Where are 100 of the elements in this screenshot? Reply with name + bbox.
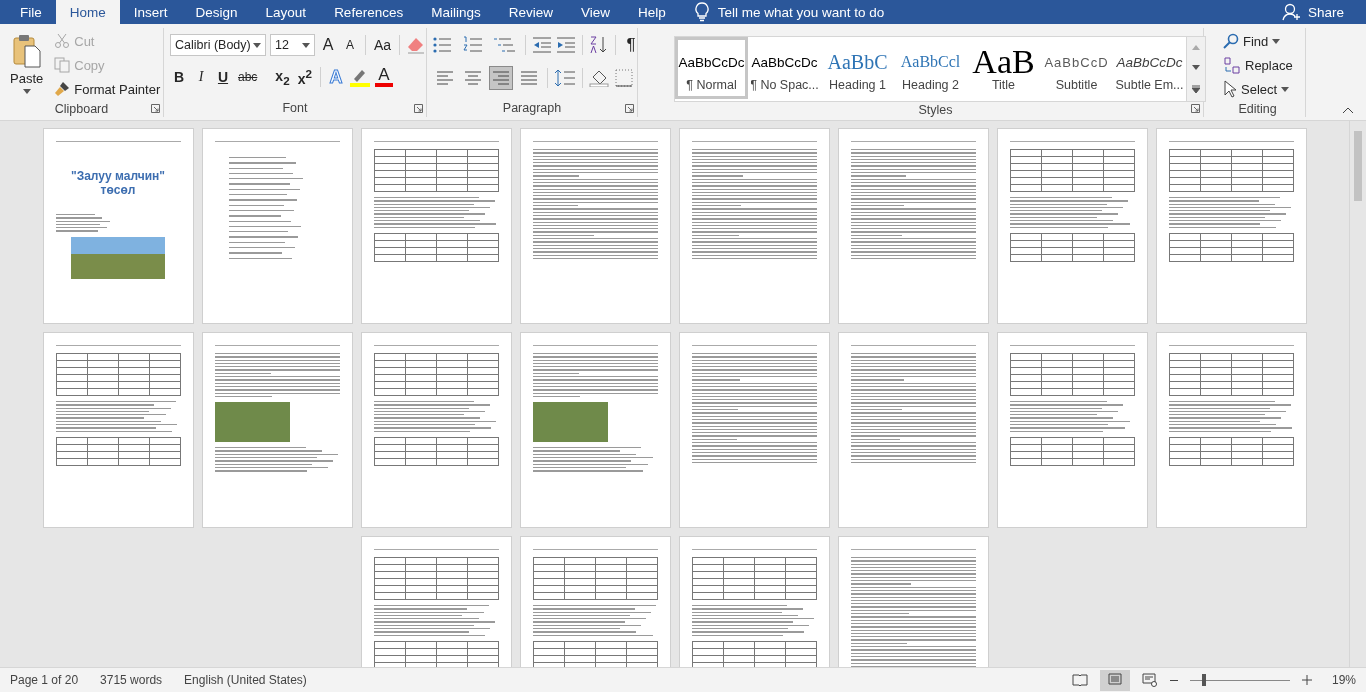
- font-name-field[interactable]: Calibri (Body): [170, 34, 266, 56]
- page-thumbnail[interactable]: [1155, 332, 1307, 528]
- page-thumbnail[interactable]: [42, 332, 194, 528]
- copy-icon: [54, 57, 71, 73]
- page-thumbnail[interactable]: [201, 332, 353, 528]
- align-left-icon: [436, 71, 454, 85]
- underline-button[interactable]: U: [214, 66, 232, 88]
- subscript-button[interactable]: x$_{2}$: [273, 66, 292, 88]
- paint-bucket-icon[interactable]: [589, 69, 611, 87]
- lightbulb-icon: [693, 2, 710, 22]
- page-count[interactable]: Page 1 of 20: [10, 673, 79, 687]
- font-color-button[interactable]: A: [374, 67, 393, 87]
- style-option[interactable]: AaBbCcDc ¶ No Spac...: [748, 37, 821, 99]
- increase-indent-icon[interactable]: [556, 37, 576, 53]
- ribbon-tab[interactable]: Layout: [251, 0, 321, 24]
- page-thumbnail[interactable]: [360, 128, 512, 324]
- collapse-ribbon-icon[interactable]: [1342, 107, 1354, 114]
- gallery-scroll-bar[interactable]: [1186, 37, 1205, 101]
- zoom-level[interactable]: 19%: [1331, 673, 1356, 687]
- web-layout-icon[interactable]: [1141, 673, 1158, 687]
- superscript-button[interactable]: x$^{2}$: [295, 66, 314, 88]
- bold-button[interactable]: B: [170, 66, 188, 88]
- strikethrough-button[interactable]: abc: [236, 66, 260, 88]
- page-thumbnail[interactable]: [519, 128, 671, 324]
- zoom-in-icon[interactable]: [1301, 675, 1312, 685]
- decrease-indent-icon[interactable]: [532, 37, 552, 53]
- page-thumbnail[interactable]: [201, 128, 353, 324]
- ribbon-tab[interactable]: Home: [55, 0, 120, 24]
- down-arrow-icon[interactable]: [1192, 65, 1200, 70]
- ribbon-tab[interactable]: Insert: [119, 0, 182, 24]
- caret-icon: [253, 42, 261, 48]
- group-label: Paragraph: [502, 101, 562, 115]
- group-label: Editing: [1238, 101, 1277, 116]
- style-option[interactable]: AaBbCcl Heading 2: [894, 37, 967, 99]
- share-button[interactable]: Share: [1281, 0, 1344, 24]
- italic-button[interactable]: I: [192, 66, 210, 88]
- group-label: Clipboard: [54, 101, 109, 116]
- sort-icon[interactable]: [589, 36, 609, 54]
- dialog-launcher-icon[interactable]: [625, 104, 634, 113]
- align-right-icon: [492, 71, 510, 85]
- more-icon[interactable]: [1192, 85, 1200, 94]
- caret-icon: [1272, 38, 1281, 44]
- align-center-icon: [464, 71, 482, 85]
- shrink-font-button[interactable]: A: [341, 34, 359, 56]
- dialog-launcher-icon[interactable]: [1191, 104, 1200, 113]
- ribbon-tab[interactable]: Review: [494, 0, 567, 24]
- page-thumbnail[interactable]: [1155, 128, 1307, 324]
- dialog-launcher-icon[interactable]: [414, 104, 423, 113]
- eraser-icon[interactable]: [406, 36, 427, 54]
- ribbon-tab[interactable]: Design: [181, 0, 252, 24]
- highlighter-icon[interactable]: [348, 67, 371, 87]
- line-spacing-icon[interactable]: [554, 69, 576, 87]
- caret-icon: [302, 42, 310, 48]
- tell-me-search[interactable]: Tell me what you want to do: [693, 0, 885, 24]
- ribbon-tab[interactable]: Help: [624, 0, 680, 24]
- add-person-icon: [1281, 3, 1302, 21]
- change-case-button[interactable]: Aa: [372, 34, 394, 56]
- page-thumbnail[interactable]: [678, 332, 830, 528]
- search-icon: [1223, 33, 1239, 49]
- page-thumbnail[interactable]: [837, 332, 989, 528]
- style-option[interactable]: AaBbC Heading 1: [821, 37, 894, 99]
- word-count[interactable]: 3715 words: [100, 673, 163, 687]
- show-formatting-marks-button[interactable]: ¶: [622, 34, 640, 56]
- ribbon-tab[interactable]: File: [6, 0, 56, 24]
- print-layout-button[interactable]: [1099, 669, 1130, 691]
- language-indicator[interactable]: English (United States): [184, 673, 307, 687]
- replace-button[interactable]: Replace: [1220, 54, 1296, 76]
- align-justify-icon: [520, 71, 538, 85]
- paste-button[interactable]: Paste: [6, 32, 48, 96]
- page-thumbnail[interactable]: [360, 332, 512, 528]
- cursor-icon: [1223, 80, 1237, 98]
- caret-icon: [22, 89, 31, 94]
- group-label: Styles: [918, 102, 953, 117]
- page-lines-icon: [1107, 672, 1122, 685]
- style-option[interactable]: AaBbCcD Subtitle: [1040, 37, 1113, 99]
- page-thumbnail[interactable]: "Залуу малчин" төсөл: [42, 128, 194, 324]
- page-thumbnail[interactable]: [996, 128, 1148, 324]
- find-button[interactable]: Find: [1220, 30, 1284, 52]
- page-thumbnail[interactable]: [678, 128, 830, 324]
- style-option[interactable]: AaB Title: [967, 37, 1040, 99]
- style-option[interactable]: AaBbCcDc Subtle Em...: [1113, 37, 1186, 99]
- page-thumbnail[interactable]: [519, 332, 671, 528]
- ribbon-tab[interactable]: Mailings: [417, 0, 495, 24]
- page-thumbnail[interactable]: [996, 332, 1148, 528]
- select-button[interactable]: Select: [1220, 78, 1293, 100]
- ribbon-tab[interactable]: View: [566, 0, 624, 24]
- scissors-icon: [54, 33, 71, 49]
- format-painter-button[interactable]: Format Painter: [51, 78, 164, 100]
- page-thumbnail[interactable]: [837, 128, 989, 324]
- text-lines-drawing: [55, 214, 110, 232]
- ribbon-tab[interactable]: References: [320, 0, 418, 24]
- group-label: Font: [282, 101, 308, 115]
- grow-font-button[interactable]: A: [319, 34, 337, 56]
- read-mode-icon[interactable]: [1071, 673, 1088, 687]
- font-size-field[interactable]: 12: [270, 34, 315, 56]
- dialog-launcher-icon[interactable]: [151, 104, 160, 113]
- borders-icon[interactable]: [615, 69, 633, 87]
- caret-icon: [1281, 86, 1290, 92]
- style-option[interactable]: AaBbCcDc ¶ Normal: [675, 37, 748, 99]
- clipboard-icon: [11, 34, 42, 68]
